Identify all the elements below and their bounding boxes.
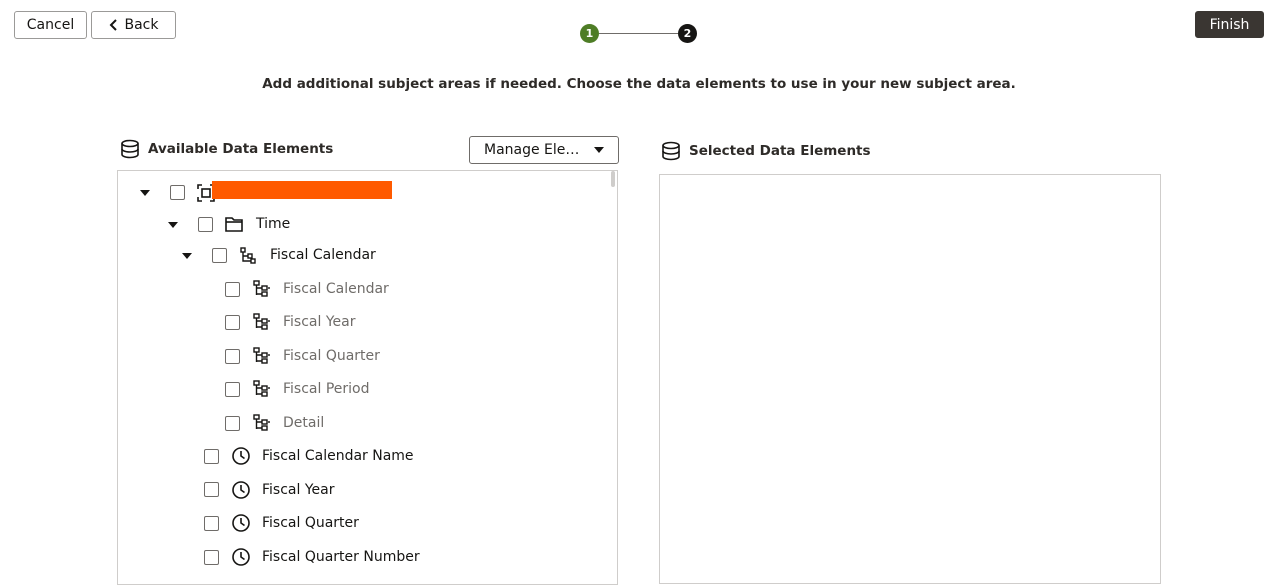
manage-elements-dropdown[interactable]: Manage Ele… [469,136,619,164]
redaction-block [212,181,392,199]
finish-button[interactable]: Finish [1195,11,1264,38]
tree-item-label: Fiscal Calendar Name [262,448,414,464]
tree-checkbox[interactable] [225,315,240,330]
manage-elements-label: Manage Ele… [484,142,580,158]
hierarchy-level-icon [253,313,270,330]
tree-checkbox[interactable] [225,382,240,397]
clock-icon [232,514,250,532]
tree-item-label: Fiscal Quarter [262,515,359,531]
tree-checkbox[interactable] [225,282,240,297]
step-connector [599,33,678,34]
step-1-indicator[interactable]: 1 [580,24,599,43]
cancel-label: Cancel [26,17,75,33]
cancel-button[interactable]: Cancel [14,11,87,39]
tree-item-label: Fiscal Quarter [283,348,380,364]
database-icon [121,139,139,159]
tree-checkbox[interactable] [204,482,219,497]
selected-panel-title: Selected Data Elements [661,141,871,161]
tree-item-label: Detail [283,415,325,431]
expand-toggle-icon[interactable] [168,222,178,228]
instructions-text: Add additional subject areas if needed. … [262,76,1016,92]
tree-checkbox[interactable] [198,217,213,232]
expand-toggle-icon[interactable] [182,253,192,259]
tree-item-label: Fiscal Year [283,314,356,330]
tree-item-label: Fiscal Year [262,482,335,498]
tree-checkbox[interactable] [204,550,219,565]
selected-title-label: Selected Data Elements [689,143,871,159]
tree-checkbox[interactable] [225,416,240,431]
tree-item-label: Fiscal Calendar [270,247,376,263]
available-elements-tree[interactable] [117,170,618,585]
chevron-left-icon [109,19,117,31]
tree-checkbox[interactable] [204,449,219,464]
selected-elements-list[interactable] [659,174,1161,584]
step-2-indicator[interactable]: 2 [678,24,697,43]
tree-checkbox[interactable] [204,516,219,531]
hierarchy-level-icon [253,347,270,364]
hierarchy-level-icon [253,280,270,297]
tree-item-label: Fiscal Quarter Number [262,549,420,565]
tree-checkbox[interactable] [225,349,240,364]
hierarchy-level-icon [253,414,270,431]
available-panel-title: Available Data Elements [120,139,333,159]
clock-icon [232,481,250,499]
finish-label: Finish [1209,16,1250,33]
expand-toggle-icon[interactable] [140,190,150,196]
back-button[interactable]: Back [91,11,176,39]
hierarchy-icon [240,247,256,264]
clock-icon [232,447,250,465]
hierarchy-level-icon [253,380,270,397]
caret-down-icon [594,147,604,153]
clock-icon [232,548,250,566]
tree-checkbox[interactable] [170,185,185,200]
tree-item-label: Time [256,216,291,232]
tree-scrollbar[interactable] [611,171,615,187]
database-icon [662,141,680,161]
tree-checkbox[interactable] [212,248,227,263]
folder-icon [225,217,243,232]
available-title-label: Available Data Elements [148,141,334,157]
tree-item-label: Fiscal Calendar [283,281,389,297]
tree-item-label: Fiscal Period [283,381,370,397]
back-label: Back [124,17,159,33]
